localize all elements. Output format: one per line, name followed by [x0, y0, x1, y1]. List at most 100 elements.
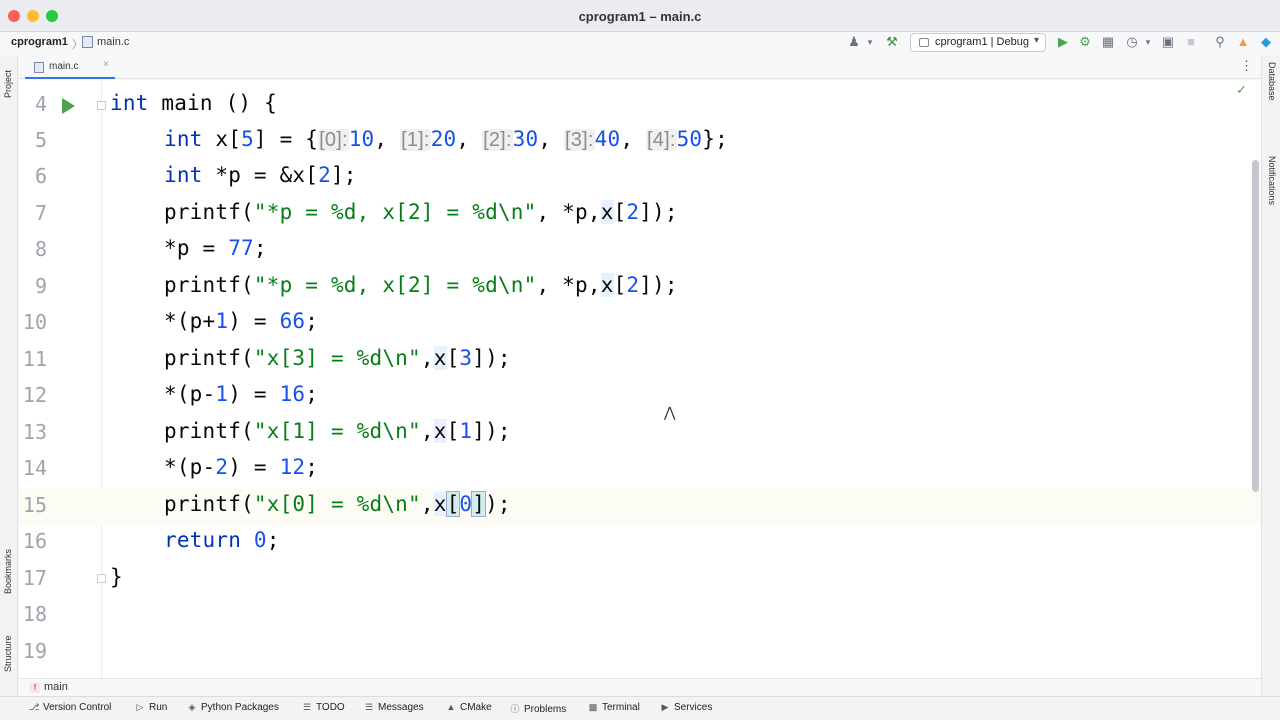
- line-number: 6: [34, 164, 47, 188]
- close-icon[interactable]: ×: [103, 59, 109, 70]
- code-line: 19: [19, 635, 1261, 671]
- attach-icon[interactable]: ▣: [1160, 34, 1176, 50]
- package-icon: ◈: [188, 702, 196, 712]
- code-line: 5 int x[5] = {[0]:10, [1]:20, [2]:30, [3…: [19, 124, 1261, 160]
- branch-icon: ⎇: [29, 702, 40, 712]
- code-line: 7 printf("*p = %d, x[2] = %d\n", *p,x[2]…: [19, 197, 1261, 233]
- chevron-down-icon[interactable]: ▾: [1140, 34, 1156, 50]
- c-file-icon: [34, 62, 44, 73]
- code-text: printf("*p = %d, x[2] = %d\n", *p,x[2]);: [164, 200, 678, 224]
- code-line: 9 printf("*p = %d, x[2] = %d\n", *p,x[2]…: [19, 270, 1261, 306]
- update-icon[interactable]: ▲: [1235, 34, 1251, 50]
- cmake-tab[interactable]: ▲ CMake: [446, 702, 492, 713]
- run-config-label: cprogram1 | Debug: [935, 36, 1029, 48]
- profiler-icon[interactable]: ◷: [1124, 34, 1140, 50]
- terminal-icon: ▩: [588, 702, 598, 712]
- vertical-scrollbar[interactable]: [1252, 160, 1259, 492]
- stop-icon[interactable]: ■: [1183, 34, 1199, 50]
- user-icon[interactable]: ♟: [846, 34, 862, 50]
- line-number: 13: [22, 420, 47, 444]
- code-text: printf("x[1] = %d\n",x[1]);: [164, 419, 511, 443]
- fold-icon[interactable]: [97, 101, 106, 110]
- messages-icon: ☰: [364, 702, 374, 712]
- run-configuration-select[interactable]: cprogram1 | Debug ▾: [910, 33, 1046, 52]
- c-file-icon: [82, 36, 93, 48]
- code-line: 14 *(p-2) = 12;: [19, 452, 1261, 488]
- run-icon[interactable]: ▶: [1055, 34, 1071, 50]
- run-gutter-icon[interactable]: [62, 98, 75, 114]
- left-tool-strip: Project Bookmarks Structure: [0, 56, 18, 696]
- code-text: *p = 77;: [164, 236, 267, 260]
- window-title: cprogram1 – main.c: [578, 9, 702, 24]
- database-panel-tab[interactable]: Database: [1267, 62, 1277, 101]
- line-number: 5: [34, 128, 47, 152]
- hammer-icon[interactable]: ⚒: [884, 34, 900, 50]
- code-line: 4 int main () {: [19, 88, 1261, 124]
- current-code-line: 15 printf("x[0] = %d\n",x[0]);: [19, 489, 1261, 525]
- line-number: 12: [22, 383, 47, 407]
- line-number: 8: [34, 237, 47, 261]
- function-breadcrumb[interactable]: main: [44, 681, 68, 693]
- line-number: 15: [22, 493, 47, 517]
- code-text: int *p = &x[2];: [164, 163, 357, 187]
- breadcrumb-file[interactable]: main.c: [97, 36, 129, 48]
- structure-panel-tab[interactable]: Structure: [3, 635, 13, 672]
- run-tab[interactable]: ▷ Run: [135, 702, 168, 713]
- code-text: int main () {: [110, 91, 277, 115]
- cmake-icon: ▲: [446, 702, 456, 712]
- tool-window-bar: ⎇ Version Control ▷ Run ◈ Python Packages ☰…: [0, 696, 1280, 720]
- services-tab[interactable]: ▶ Services: [660, 702, 713, 713]
- line-number: 19: [22, 639, 47, 663]
- inlay-hint: [1]:: [400, 129, 431, 151]
- code-line: 8 *p = 77;: [19, 233, 1261, 269]
- function-breadcrumb-bar: f main: [19, 678, 1261, 696]
- code-text: return 0;: [164, 528, 280, 552]
- coverage-icon[interactable]: ▦: [1100, 34, 1116, 50]
- plugin-icon[interactable]: ◆: [1258, 34, 1274, 50]
- line-number: 9: [34, 274, 47, 298]
- line-number: 18: [22, 602, 47, 626]
- code-editor[interactable]: ✓ 4 int main () { 5 int x[5] = {[0]:10, …: [19, 80, 1261, 678]
- code-line: 16 return 0;: [19, 525, 1261, 561]
- inlay-hint: [3]:: [564, 129, 595, 151]
- notifications-panel-tab[interactable]: Notifications: [1267, 156, 1277, 205]
- search-icon[interactable]: ⚲: [1212, 34, 1228, 50]
- todo-tab[interactable]: ☰ TODO: [302, 702, 345, 713]
- messages-tab[interactable]: ☰ Messages: [364, 702, 424, 713]
- run-icon: ▷: [136, 702, 144, 712]
- inlay-hint: [0]:: [318, 129, 349, 151]
- terminal-tab[interactable]: ▩ Terminal: [588, 702, 640, 713]
- inlay-hint: [2]:: [482, 129, 513, 151]
- code-line: 17 }: [19, 562, 1261, 598]
- code-line: 11 printf("x[3] = %d\n",x[3]);: [19, 343, 1261, 379]
- code-text: *(p-2) = 12;: [164, 455, 319, 479]
- bookmarks-panel-tab[interactable]: Bookmarks: [3, 549, 13, 594]
- chevron-down-icon: ▾: [1033, 35, 1039, 46]
- code-text: printf("*p = %d, x[2] = %d\n", *p,x[2]);: [164, 273, 678, 297]
- more-icon[interactable]: ⋮: [1240, 58, 1253, 74]
- right-tool-strip: Database Notifications: [1261, 56, 1280, 696]
- code-line: 12 *(p-1) = 16;: [19, 379, 1261, 415]
- editor-tab-bar: main.c × ⋮: [19, 56, 1261, 79]
- tab-main-c[interactable]: main.c ×: [25, 56, 115, 79]
- version-control-tab[interactable]: ⎇ Version Control: [29, 702, 111, 713]
- debug-icon[interactable]: ⚙: [1077, 34, 1093, 50]
- services-icon: ▶: [661, 702, 669, 712]
- chevron-down-icon[interactable]: ▾: [862, 34, 878, 50]
- project-panel-tab[interactable]: Project: [3, 70, 13, 98]
- code-line: 6 int *p = &x[2];: [19, 160, 1261, 196]
- code-text: printf("x[0] = %d\n",x[0]);: [164, 491, 511, 517]
- fold-icon[interactable]: [97, 574, 106, 583]
- line-number: 11: [22, 347, 47, 371]
- code-text: *(p+1) = 66;: [164, 309, 319, 333]
- line-number: 7: [34, 201, 47, 225]
- problems-icon: ⓘ: [510, 704, 520, 714]
- python-packages-tab[interactable]: ◈ Python Packages: [187, 702, 279, 713]
- line-number: 4: [34, 92, 47, 116]
- code-text: }: [110, 565, 123, 589]
- breadcrumb-project[interactable]: cprogram1: [11, 36, 68, 48]
- tab-label: main.c: [49, 61, 79, 72]
- problems-tab[interactable]: ⓘ Problems: [510, 702, 566, 715]
- line-number: 16: [22, 529, 47, 553]
- inlay-hint: [4]:: [646, 129, 677, 151]
